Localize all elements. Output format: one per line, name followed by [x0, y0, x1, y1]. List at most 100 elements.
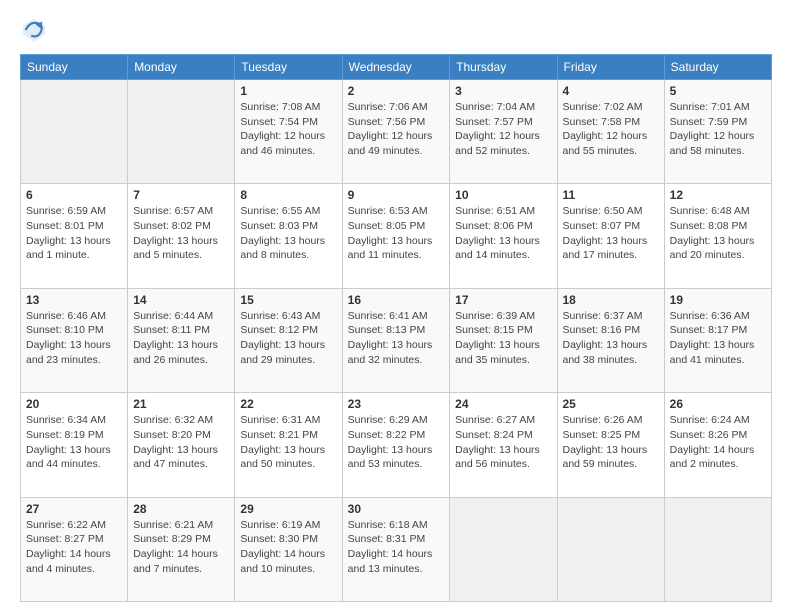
- day-number: 21: [133, 397, 229, 411]
- day-info: Sunrise: 6:27 AM Sunset: 8:24 PM Dayligh…: [455, 413, 551, 472]
- day-info: Sunrise: 6:46 AM Sunset: 8:10 PM Dayligh…: [26, 309, 122, 368]
- day-info: Sunrise: 6:59 AM Sunset: 8:01 PM Dayligh…: [26, 204, 122, 263]
- day-number: 11: [563, 188, 659, 202]
- calendar-cell: 26 Sunrise: 6:24 AM Sunset: 8:26 PM Dayli…: [664, 393, 771, 497]
- day-info: Sunrise: 6:29 AM Sunset: 8:22 PM Dayligh…: [348, 413, 445, 472]
- day-info: Sunrise: 6:34 AM Sunset: 8:19 PM Dayligh…: [26, 413, 122, 472]
- day-info: Sunrise: 6:41 AM Sunset: 8:13 PM Dayligh…: [348, 309, 445, 368]
- day-info: Sunrise: 6:51 AM Sunset: 8:06 PM Dayligh…: [455, 204, 551, 263]
- day-number: 26: [670, 397, 766, 411]
- calendar-cell: 7 Sunrise: 6:57 AM Sunset: 8:02 PM Daylig…: [128, 184, 235, 288]
- day-info: Sunrise: 6:44 AM Sunset: 8:11 PM Dayligh…: [133, 309, 229, 368]
- calendar-cell: 25Sunrise: 6:26 AM Sunset: 8:25 PM Dayli…: [557, 393, 664, 497]
- calendar-cell: 13 Sunrise: 6:46 AM Sunset: 8:10 PM Dayli…: [21, 288, 128, 392]
- day-info: Sunrise: 6:18 AM Sunset: 8:31 PM Dayligh…: [348, 518, 445, 577]
- day-number: 9: [348, 188, 445, 202]
- day-number: 27: [26, 502, 122, 516]
- calendar-cell: 16 Sunrise: 6:41 AM Sunset: 8:13 PM Dayli…: [342, 288, 450, 392]
- calendar-cell: 3 Sunrise: 7:04 AM Sunset: 7:57 PM Daylig…: [450, 80, 557, 184]
- calendar-cell: 12 Sunrise: 6:48 AM Sunset: 8:08 PM Dayli…: [664, 184, 771, 288]
- day-number: 7: [133, 188, 229, 202]
- day-info: Sunrise: 6:43 AM Sunset: 8:12 PM Dayligh…: [240, 309, 336, 368]
- day-number: 20: [26, 397, 122, 411]
- calendar-cell: 4 Sunrise: 7:02 AM Sunset: 7:58 PM Daylig…: [557, 80, 664, 184]
- day-info: Sunrise: 6:55 AM Sunset: 8:03 PM Dayligh…: [240, 204, 336, 263]
- calendar-cell: 1 Sunrise: 7:08 AM Sunset: 7:54 PM Daylig…: [235, 80, 342, 184]
- day-number: 24: [455, 397, 551, 411]
- calendar-cell: 17 Sunrise: 6:39 AM Sunset: 8:15 PM Dayli…: [450, 288, 557, 392]
- day-number: 28: [133, 502, 229, 516]
- day-number: 22: [240, 397, 336, 411]
- day-number: 19: [670, 293, 766, 307]
- calendar-cell: 22 Sunrise: 6:31 AM Sunset: 8:21 PM Dayli…: [235, 393, 342, 497]
- day-number: 8: [240, 188, 336, 202]
- day-info: Sunrise: 6:48 AM Sunset: 8:08 PM Dayligh…: [670, 204, 766, 263]
- calendar-cell: 28Sunrise: 6:21 AM Sunset: 8:29 PM Dayli…: [128, 497, 235, 601]
- day-number: 12: [670, 188, 766, 202]
- day-info: Sunrise: 6:31 AM Sunset: 8:21 PM Dayligh…: [240, 413, 336, 472]
- day-info: Sunrise: 6:22 AM Sunset: 8:27 PM Dayligh…: [26, 518, 122, 577]
- calendar-cell: 23 Sunrise: 6:29 AM Sunset: 8:22 PM Dayli…: [342, 393, 450, 497]
- weekday-header-monday: Monday: [128, 55, 235, 80]
- calendar-cell: 24 Sunrise: 6:27 AM Sunset: 8:24 PM Dayli…: [450, 393, 557, 497]
- day-number: 2: [348, 84, 445, 98]
- day-number: 18: [563, 293, 659, 307]
- weekday-header-sunday: Sunday: [21, 55, 128, 80]
- header: [20, 16, 772, 44]
- calendar-cell: 29Sunrise: 6:19 AM Sunset: 8:30 PM Dayli…: [235, 497, 342, 601]
- day-info: Sunrise: 7:01 AM Sunset: 7:59 PM Dayligh…: [670, 100, 766, 159]
- day-info: Sunrise: 7:04 AM Sunset: 7:57 PM Dayligh…: [455, 100, 551, 159]
- day-info: Sunrise: 6:26 AM Sunset: 8:25 PM Dayligh…: [563, 413, 659, 472]
- day-info: Sunrise: 6:50 AM Sunset: 8:07 PM Dayligh…: [563, 204, 659, 263]
- day-number: 10: [455, 188, 551, 202]
- weekday-header-friday: Friday: [557, 55, 664, 80]
- calendar-cell: 30 Sunrise: 6:18 AM Sunset: 8:31 PM Dayli…: [342, 497, 450, 601]
- calendar-cell: 19 Sunrise: 6:36 AM Sunset: 8:17 PM Dayli…: [664, 288, 771, 392]
- day-number: 14: [133, 293, 229, 307]
- calendar-cell: 9Sunrise: 6:53 AM Sunset: 8:05 PM Daylig…: [342, 184, 450, 288]
- calendar-cell: 2 Sunrise: 7:06 AM Sunset: 7:56 PM Daylig…: [342, 80, 450, 184]
- calendar-cell: 8 Sunrise: 6:55 AM Sunset: 8:03 PM Daylig…: [235, 184, 342, 288]
- day-info: Sunrise: 6:37 AM Sunset: 8:16 PM Dayligh…: [563, 309, 659, 368]
- calendar-cell: 10 Sunrise: 6:51 AM Sunset: 8:06 PM Dayli…: [450, 184, 557, 288]
- day-number: 30: [348, 502, 445, 516]
- calendar-cell: [450, 497, 557, 601]
- day-info: Sunrise: 6:24 AM Sunset: 8:26 PM Dayligh…: [670, 413, 766, 472]
- day-info: Sunrise: 6:36 AM Sunset: 8:17 PM Dayligh…: [670, 309, 766, 368]
- day-info: Sunrise: 7:06 AM Sunset: 7:56 PM Dayligh…: [348, 100, 445, 159]
- calendar-cell: 15 Sunrise: 6:43 AM Sunset: 8:12 PM Dayli…: [235, 288, 342, 392]
- calendar-cell: 18 Sunrise: 6:37 AM Sunset: 8:16 PM Dayli…: [557, 288, 664, 392]
- day-info: Sunrise: 7:02 AM Sunset: 7:58 PM Dayligh…: [563, 100, 659, 159]
- calendar-cell: 5 Sunrise: 7:01 AM Sunset: 7:59 PM Daylig…: [664, 80, 771, 184]
- calendar-cell: [128, 80, 235, 184]
- calendar-cell: [664, 497, 771, 601]
- day-info: Sunrise: 6:32 AM Sunset: 8:20 PM Dayligh…: [133, 413, 229, 472]
- weekday-header-wednesday: Wednesday: [342, 55, 450, 80]
- calendar-cell: 20 Sunrise: 6:34 AM Sunset: 8:19 PM Dayli…: [21, 393, 128, 497]
- day-number: 16: [348, 293, 445, 307]
- calendar-cell: 6 Sunrise: 6:59 AM Sunset: 8:01 PM Daylig…: [21, 184, 128, 288]
- calendar-cell: 27 Sunrise: 6:22 AM Sunset: 8:27 PM Dayli…: [21, 497, 128, 601]
- day-number: 13: [26, 293, 122, 307]
- day-number: 17: [455, 293, 551, 307]
- day-info: Sunrise: 6:57 AM Sunset: 8:02 PM Dayligh…: [133, 204, 229, 263]
- day-info: Sunrise: 7:08 AM Sunset: 7:54 PM Dayligh…: [240, 100, 336, 159]
- day-number: 23: [348, 397, 445, 411]
- weekday-header-thursday: Thursday: [450, 55, 557, 80]
- logo-icon: [20, 16, 48, 44]
- calendar-table: SundayMondayTuesdayWednesdayThursdayFrid…: [20, 54, 772, 602]
- weekday-header-saturday: Saturday: [664, 55, 771, 80]
- day-info: Sunrise: 6:39 AM Sunset: 8:15 PM Dayligh…: [455, 309, 551, 368]
- day-number: 5: [670, 84, 766, 98]
- calendar-cell: [557, 497, 664, 601]
- logo: [20, 16, 52, 44]
- day-number: 29: [240, 502, 336, 516]
- day-number: 4: [563, 84, 659, 98]
- day-number: 15: [240, 293, 336, 307]
- calendar-cell: 11 Sunrise: 6:50 AM Sunset: 8:07 PM Dayli…: [557, 184, 664, 288]
- weekday-header-tuesday: Tuesday: [235, 55, 342, 80]
- day-number: 1: [240, 84, 336, 98]
- day-number: 3: [455, 84, 551, 98]
- calendar-cell: 21 Sunrise: 6:32 AM Sunset: 8:20 PM Dayli…: [128, 393, 235, 497]
- day-number: 6: [26, 188, 122, 202]
